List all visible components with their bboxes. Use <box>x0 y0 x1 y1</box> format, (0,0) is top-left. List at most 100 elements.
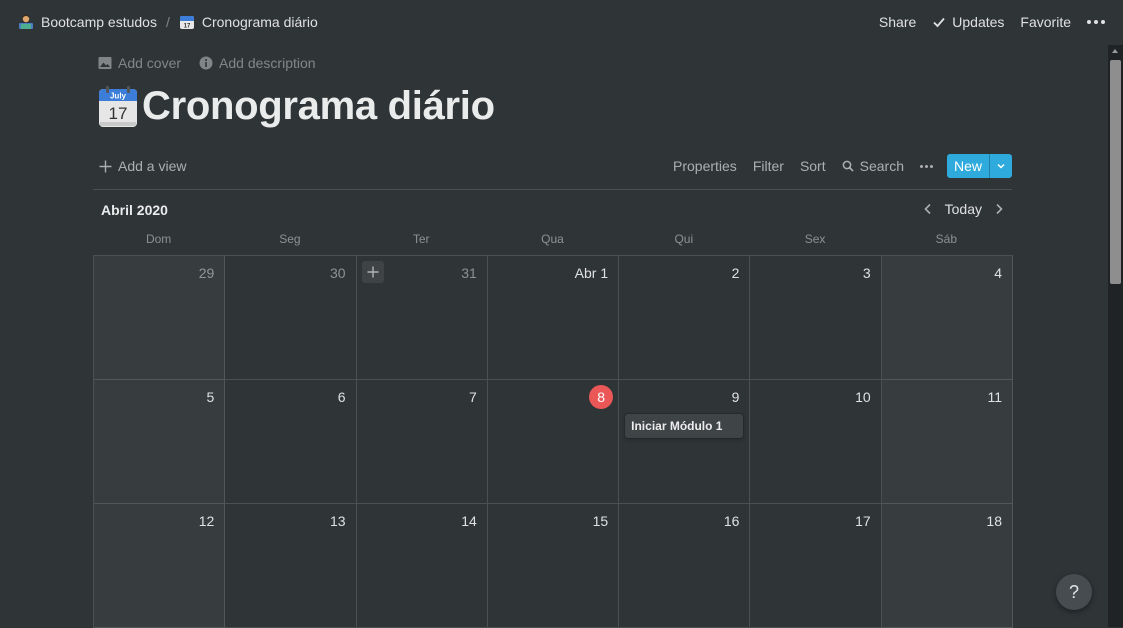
day-number: 12 <box>198 513 215 529</box>
check-icon <box>933 17 945 28</box>
weekday-label: Sáb <box>935 232 958 246</box>
day-number: 2 <box>731 265 740 281</box>
help-button[interactable]: ? <box>1056 574 1092 610</box>
share-button[interactable]: Share <box>879 14 916 30</box>
svg-text:17: 17 <box>184 24 191 30</box>
calendar-grid: 29 30 31 Abr 1 2 3 4 5 6 7 8 9 Iniciar M… <box>93 255 1013 628</box>
calendar-nav: Today <box>921 201 1006 217</box>
day-number: 4 <box>994 265 1002 281</box>
view-toolbar: Add a view Properties Filter Sort Search… <box>93 152 1012 190</box>
add-event-plus-icon[interactable] <box>361 261 384 283</box>
calendar-day-cell[interactable]: 12 <box>94 504 226 628</box>
day-number: 10 <box>855 389 871 405</box>
day-number: 13 <box>329 513 346 529</box>
day-number: 7 <box>469 389 477 405</box>
scroll-thumb[interactable] <box>1110 60 1121 284</box>
scroll-up-arrow-icon[interactable] <box>1112 49 1118 53</box>
new-button-group: New <box>946 154 1012 178</box>
day-number: 6 <box>337 389 346 405</box>
calendar-day-cell[interactable]: 31 <box>356 256 488 380</box>
calendar-day-cell[interactable]: 11 <box>881 380 1013 504</box>
view-more-icon[interactable] <box>919 164 933 168</box>
weekday-label: Sex <box>804 232 826 246</box>
day-number: 11 <box>987 389 1002 405</box>
new-button[interactable]: New <box>947 154 989 178</box>
calendar-day-cell[interactable]: 2 <box>619 256 751 380</box>
day-number: 9 <box>731 389 740 405</box>
calendar-day-cell-today[interactable]: 8 <box>487 380 620 504</box>
calendar-day-cell[interactable]: 6 <box>225 380 357 504</box>
calendar-day-cell[interactable]: 17 <box>750 504 882 628</box>
today-day-badge: 8 <box>589 385 614 409</box>
calendar-day-cell[interactable]: 14 <box>356 504 488 628</box>
sort-button[interactable]: Sort <box>800 158 826 174</box>
weekday-header: Dom Seg Ter Qua Qui Sex Sáb <box>93 232 1012 246</box>
weekday-label: Qua <box>541 232 564 246</box>
calendar-day-cell[interactable]: 4 <box>881 256 1013 380</box>
calendar-day-cell[interactable]: 15 <box>487 504 620 628</box>
add-cover-button[interactable]: Add cover <box>98 55 181 71</box>
day-number: 14 <box>461 513 477 529</box>
search-icon <box>842 160 854 172</box>
calendar-day-cell[interactable]: 29 <box>94 256 226 380</box>
breadcrumb-item-workspace[interactable]: Bootcamp estudos <box>18 14 157 30</box>
calendar-icon-day: 17 <box>109 104 128 123</box>
calendar-event-card[interactable]: Iniciar Módulo 1 <box>625 414 744 438</box>
more-horizontal-icon[interactable] <box>1087 20 1105 24</box>
vertical-scrollbar[interactable] <box>1108 45 1123 627</box>
plus-icon <box>99 160 112 172</box>
page-title[interactable]: Cronograma diário <box>142 84 495 129</box>
calendar-emoji-icon[interactable]: July 17 <box>98 85 138 128</box>
updates-label: Updates <box>952 14 1005 30</box>
day-number: 30 <box>329 265 346 281</box>
calendar-day-cell[interactable]: 7 <box>356 380 488 504</box>
chevron-right-icon[interactable] <box>992 202 1006 216</box>
calendar-day-cell[interactable]: 18 <box>881 504 1013 628</box>
info-icon <box>199 56 213 70</box>
day-number: 18 <box>986 513 1002 529</box>
day-number: Abr 1 <box>574 265 609 281</box>
page-actions: Add cover Add description <box>98 55 316 71</box>
calendar-header: Abril 2020 Today <box>93 200 1012 220</box>
top-actions: Share Updates Favorite <box>879 14 1123 30</box>
day-number: 31 <box>461 265 477 281</box>
filter-button[interactable]: Filter <box>753 158 784 174</box>
breadcrumb-label: Bootcamp estudos <box>41 14 157 30</box>
calendar-month-label: Abril 2020 <box>101 202 168 218</box>
breadcrumb-separator: / <box>165 14 170 30</box>
weekday-label: Dom <box>145 232 172 246</box>
day-number: 5 <box>206 389 215 405</box>
calendar-day-cell[interactable]: 13 <box>225 504 357 628</box>
calendar-icon-month: July <box>110 91 127 100</box>
favorite-button[interactable]: Favorite <box>1020 14 1071 30</box>
new-dropdown-chevron-icon[interactable] <box>989 154 1012 178</box>
calendar-emoji-icon: 17 <box>179 16 194 30</box>
breadcrumb: Bootcamp estudos / 17 Cronograma diário <box>18 14 318 30</box>
breadcrumb-item-page[interactable]: 17 Cronograma diário <box>179 14 318 30</box>
day-number: 3 <box>862 265 871 281</box>
weekday-label: Seg <box>279 232 301 246</box>
add-cover-label: Add cover <box>118 55 182 71</box>
calendar-day-cell[interactable]: Abr 1 <box>487 256 620 380</box>
search-button[interactable]: Search <box>842 158 904 174</box>
day-number: 17 <box>855 513 871 529</box>
weekday-label: Ter <box>412 232 430 246</box>
calendar-day-cell[interactable]: 30 <box>225 256 357 380</box>
add-description-button[interactable]: Add description <box>199 55 316 71</box>
calendar-day-cell[interactable]: 16 <box>619 504 751 628</box>
day-number: 15 <box>592 513 609 529</box>
add-description-label: Add description <box>219 55 316 71</box>
search-label: Search <box>859 158 904 174</box>
calendar-day-cell[interactable]: 3 <box>750 256 882 380</box>
calendar-day-cell[interactable]: 9 Iniciar Módulo 1 <box>619 380 751 504</box>
breadcrumb-label: Cronograma diário <box>201 14 318 30</box>
add-view-button[interactable]: Add a view <box>99 158 186 174</box>
properties-button[interactable]: Properties <box>673 158 737 174</box>
today-button[interactable]: Today <box>945 201 982 217</box>
updates-button[interactable]: Updates <box>932 14 1004 30</box>
calendar-day-cell[interactable]: 10 <box>750 380 882 504</box>
calendar-day-cell[interactable]: 5 <box>94 380 226 504</box>
add-view-label: Add a view <box>118 158 187 174</box>
day-number: 16 <box>723 513 740 529</box>
chevron-left-icon[interactable] <box>921 202 935 216</box>
